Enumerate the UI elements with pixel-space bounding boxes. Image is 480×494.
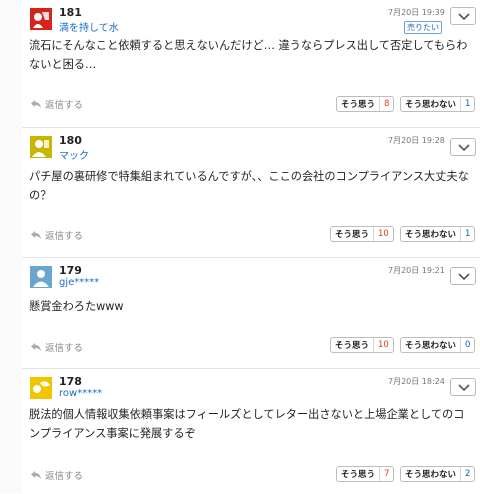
- reply-button[interactable]: 返信する: [30, 97, 83, 111]
- reply-label: 返信する: [45, 343, 84, 354]
- reply-button[interactable]: 返信する: [30, 228, 83, 242]
- comment-menu-button[interactable]: [450, 267, 476, 285]
- agree-button[interactable]: そう思う 8: [336, 96, 395, 112]
- user-avatar-icon[interactable]: [30, 377, 52, 399]
- username-link[interactable]: マック: [59, 147, 89, 162]
- disagree-label: そう思わない: [405, 470, 457, 480]
- comment-text: パチ屋の裏研修で特集組まれているんですが、、ここの会社のコンプライアンス大丈夫な…: [29, 170, 469, 202]
- username-link[interactable]: 満を持して水: [59, 19, 119, 34]
- user-avatar-icon[interactable]: [30, 8, 52, 30]
- comment-text: 流石にそんなこと依頼すると思えないんだけど… 違うならプレス出して否定してもらわ…: [29, 39, 468, 71]
- agree-count: 7: [379, 467, 393, 481]
- agree-label: そう思う: [341, 100, 376, 110]
- left-rail: [0, 0, 23, 493]
- user-avatar-icon[interactable]: [30, 266, 52, 288]
- comment-date: 7月20日 19:28: [388, 136, 445, 145]
- comment-text: 脱法的個人情報収集依頼事案はフィールズとしてレター出さないと上場企業としてのコン…: [29, 408, 465, 440]
- agree-count: 8: [379, 97, 393, 111]
- chevron-down-icon: [458, 384, 470, 392]
- agree-label: そう思う: [341, 470, 376, 480]
- chevron-down-icon: [458, 13, 470, 21]
- disagree-label: そう思わない: [405, 230, 457, 240]
- reply-arrow-icon: [31, 471, 41, 479]
- agree-button[interactable]: そう思う 7: [336, 466, 395, 482]
- agree-count: 10: [373, 338, 393, 352]
- comment-number: 181: [59, 6, 82, 19]
- reply-label: 返信する: [45, 471, 84, 482]
- disagree-button[interactable]: そう思わない 1: [400, 96, 476, 112]
- reply-arrow-icon: [31, 100, 41, 108]
- comment-item: 180 マック 7月20日 19:28 パチ屋の裏研修で特集組まれているんですが…: [22, 127, 480, 257]
- comment-date: 7月20日 19:21: [388, 266, 445, 275]
- comment-item: 179 gje***** 7月20日 19:21 懸賞金わろたwww 返信する …: [22, 257, 480, 368]
- comment-number: 178: [59, 375, 82, 388]
- reply-label: 返信する: [45, 100, 84, 111]
- comment-menu-button[interactable]: [450, 138, 476, 156]
- disagree-count: 1: [460, 227, 474, 241]
- disagree-count: 2: [460, 467, 474, 481]
- agree-label: そう思う: [335, 341, 370, 351]
- reply-button[interactable]: 返信する: [30, 340, 83, 354]
- agree-count: 10: [373, 227, 393, 241]
- comment-text: 懸賞金わろたwww: [29, 300, 124, 313]
- comment-date: 7月20日 19:39: [388, 8, 445, 17]
- comment-date: 7月20日 18:24: [388, 377, 445, 386]
- reply-button[interactable]: 返信する: [30, 468, 83, 482]
- comment-menu-button[interactable]: [450, 378, 476, 396]
- agree-label: そう思う: [335, 230, 370, 240]
- comment-item: 181 満を持して水 7月20日 19:39 売りたい 流石にそんなこと依頼する…: [22, 0, 480, 127]
- chevron-down-icon: [458, 144, 470, 152]
- comment-menu-button[interactable]: [450, 7, 476, 25]
- disagree-count: 1: [460, 97, 474, 111]
- reply-label: 返信する: [45, 231, 84, 242]
- username-link[interactable]: row*****: [59, 388, 102, 399]
- comment-thread: 181 満を持して水 7月20日 19:39 売りたい 流石にそんなこと依頼する…: [0, 0, 480, 494]
- disagree-button[interactable]: そう思わない 0: [400, 337, 476, 353]
- chevron-down-icon: [458, 273, 470, 281]
- sentiment-badge: 売りたい: [404, 21, 442, 34]
- comment-item: 178 row***** 7月20日 18:24 脱法的個人情報収集依頼事案はフ…: [22, 368, 480, 494]
- disagree-count: 0: [460, 338, 474, 352]
- comment-number: 180: [59, 134, 82, 147]
- disagree-label: そう思わない: [405, 100, 457, 110]
- disagree-button[interactable]: そう思わない 2: [400, 466, 476, 482]
- user-avatar-icon[interactable]: [30, 136, 52, 158]
- username-link[interactable]: gje*****: [59, 277, 99, 288]
- reply-arrow-icon: [31, 343, 41, 351]
- comment-number: 179: [59, 264, 82, 277]
- agree-button[interactable]: そう思う 10: [330, 337, 394, 353]
- disagree-button[interactable]: そう思わない 1: [400, 226, 476, 242]
- agree-button[interactable]: そう思う 10: [330, 226, 394, 242]
- disagree-label: そう思わない: [405, 341, 457, 351]
- reply-arrow-icon: [31, 231, 41, 239]
